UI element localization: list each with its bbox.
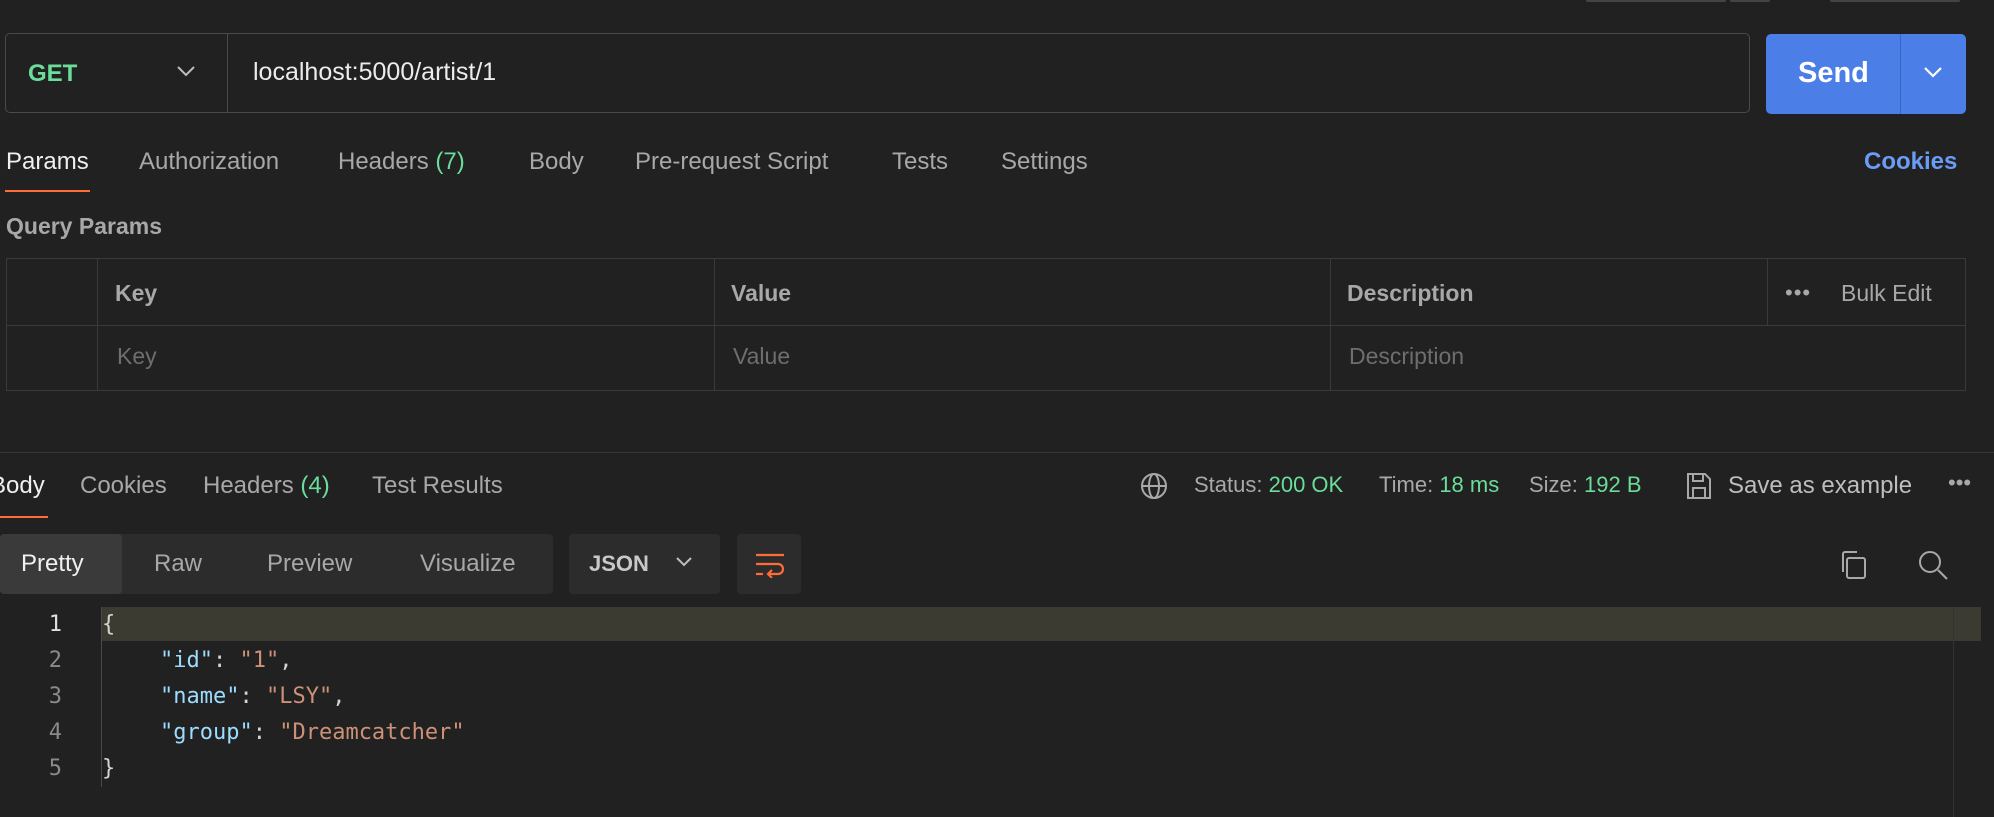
copy-icon[interactable] (1838, 549, 1868, 581)
pane-divider[interactable] (0, 452, 1994, 453)
response-tab-headers[interactable]: Headers (4) (203, 472, 330, 500)
wrap-lines-button[interactable] (737, 534, 801, 594)
json-comma: , (279, 648, 293, 673)
tab-tests[interactable]: Tests (892, 148, 948, 176)
json-comma: , (332, 684, 346, 709)
save-icon (1687, 473, 1711, 499)
response-status[interactable]: Status: 200 OK (1194, 472, 1343, 498)
column-header-key: Key (115, 280, 158, 306)
tab-body[interactable]: Body (529, 148, 584, 176)
top-control-stub (1586, 0, 1726, 2)
view-tab-preview[interactable]: Preview (267, 550, 352, 578)
json-value: "Dreamcatcher" (279, 720, 465, 745)
wrap-lines-icon (756, 553, 785, 578)
response-tab-test-results[interactable]: Test Results (372, 472, 503, 500)
top-control-stub (1730, 0, 1770, 2)
code-line: "id": "1", (160, 648, 292, 673)
send-divider (1900, 34, 1901, 114)
view-mode-tabs: Pretty Raw Preview Visualize (0, 534, 553, 594)
line-number: 5 (48, 756, 62, 781)
json-colon: : (212, 648, 240, 673)
line-number: 2 (48, 648, 62, 673)
query-params-table: Key Value Description ••• Bulk Edit Key … (6, 258, 1966, 391)
view-tab-visualize[interactable]: Visualize (420, 550, 516, 578)
tab-headers-label: Headers (338, 148, 429, 175)
json-value: "1" (239, 648, 280, 673)
line-number: 4 (48, 720, 62, 745)
status-label: Status: (1194, 472, 1263, 497)
view-tab-pretty[interactable]: Pretty (21, 550, 84, 578)
json-value: "LSY" (265, 684, 333, 709)
tab-headers[interactable]: Headers (7) (338, 148, 465, 176)
response-time[interactable]: Time: 18 ms (1379, 472, 1499, 498)
code-line: } (102, 756, 116, 781)
query-params-title: Query Params (6, 213, 162, 239)
json-colon: : (252, 720, 280, 745)
response-tab-body[interactable]: Body (0, 472, 45, 500)
format-label: JSON (589, 551, 649, 576)
time-label: Time: (1379, 472, 1434, 497)
status-value: 200 OK (1268, 472, 1344, 497)
json-key: "id" (160, 648, 213, 673)
column-header-description: Description (1347, 280, 1474, 306)
size-value: 192 B (1584, 472, 1642, 497)
code-line: { (102, 612, 116, 637)
format-select[interactable]: JSON (569, 534, 720, 594)
response-tab-headers-count: (4) (300, 472, 330, 499)
time-value: 18 ms (1439, 472, 1500, 497)
chevron-down-icon (676, 557, 692, 567)
scrollbar-track[interactable] (1953, 607, 1954, 817)
url-bar: GET localhost:5000/artist/1 (5, 33, 1750, 113)
view-tab-raw[interactable]: Raw (154, 550, 202, 578)
column-divider (714, 259, 715, 390)
tab-settings[interactable]: Settings (1001, 148, 1088, 176)
bulk-edit-button[interactable]: Bulk Edit (1841, 280, 1932, 307)
send-label: Send (1798, 57, 1869, 89)
top-control-stub (1830, 0, 1960, 2)
code-line: "name": "LSY", (160, 684, 345, 709)
more-options-icon[interactable]: ••• (1948, 470, 1971, 496)
active-response-tab-indicator (0, 516, 48, 518)
tab-authorization[interactable]: Authorization (139, 148, 279, 176)
send-button[interactable]: Send (1766, 34, 1966, 114)
response-size[interactable]: Size: 192 B (1529, 472, 1642, 498)
more-options-icon[interactable]: ••• (1785, 280, 1811, 306)
line-number: 3 (48, 684, 62, 709)
row-divider (7, 325, 1965, 326)
json-colon: : (239, 684, 266, 709)
size-label: Size: (1529, 472, 1578, 497)
search-icon[interactable] (1917, 549, 1949, 581)
method-select[interactable]: GET (6, 34, 228, 112)
chevron-down-icon[interactable] (1921, 64, 1945, 80)
globe-icon[interactable] (1139, 471, 1169, 501)
key-input[interactable]: Key (117, 343, 157, 370)
tab-headers-count: (7) (435, 148, 465, 175)
current-line-highlight (101, 607, 1981, 641)
column-divider (1330, 259, 1331, 390)
chevron-down-icon (177, 66, 195, 77)
line-number: 1 (48, 612, 62, 637)
code-line: "group": "Dreamcatcher" (160, 720, 465, 745)
column-divider (97, 259, 98, 390)
response-tab-cookies[interactable]: Cookies (80, 472, 167, 500)
method-label: GET (28, 60, 78, 87)
cookies-link[interactable]: Cookies (1864, 148, 1957, 176)
column-header-value: Value (731, 280, 792, 306)
json-key: "name" (160, 684, 240, 709)
value-input[interactable]: Value (733, 343, 790, 370)
response-tab-headers-label: Headers (203, 472, 294, 499)
tab-pre-request-script[interactable]: Pre-request Script (635, 148, 828, 176)
column-divider (1767, 259, 1768, 325)
url-input[interactable]: localhost:5000/artist/1 (253, 58, 496, 87)
json-key: "group" (160, 720, 253, 745)
active-tab-indicator (5, 190, 90, 192)
save-as-example-button[interactable]: Save as example (1728, 472, 1912, 500)
tab-params[interactable]: Params (6, 148, 89, 176)
description-input[interactable]: Description (1349, 343, 1464, 370)
